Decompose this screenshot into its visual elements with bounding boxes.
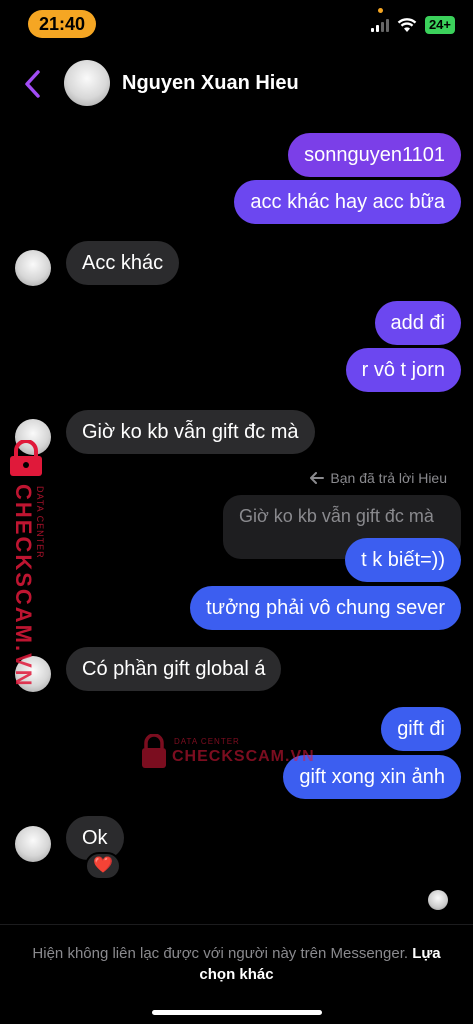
home-indicator[interactable] [152, 1010, 322, 1015]
wifi-icon [397, 17, 417, 32]
message-outgoing[interactable]: add đi [374, 301, 461, 345]
message-incoming[interactable]: Có phần gift global á [66, 647, 282, 691]
back-chevron-icon[interactable] [18, 66, 48, 102]
padlock-icon [142, 734, 166, 768]
reply-label-text: Bạn đã trả lời Hieu [330, 470, 447, 486]
padlock-icon [10, 440, 42, 476]
watermark-vertical: CHECKSCAM.VN DATA CENTER [4, 440, 54, 688]
recording-indicator [378, 8, 383, 13]
status-time: 21:40 [28, 10, 96, 38]
message-outgoing[interactable]: r vô t jorn [345, 348, 461, 392]
contact-name[interactable]: Nguyen Xuan Hieu [122, 72, 299, 95]
watermark-sub: DATA CENTER [174, 737, 240, 746]
message-outgoing[interactable]: t k biết=)) [345, 538, 461, 582]
status-icons: 24+ [370, 16, 455, 34]
message-outgoing[interactable]: tưởng phải vô chung sever [190, 586, 461, 630]
chat-header: Nguyen Xuan Hieu [0, 54, 473, 114]
watermark-brand: CHECKSCAM.VN [11, 484, 36, 688]
watermark-brand: CHECKSCAM.VN [172, 748, 315, 765]
watermark-sub: DATA CENTER [35, 486, 45, 559]
seen-indicator-avatar [428, 890, 448, 910]
chat-footer: Hiện không liên lạc được với người này t… [0, 924, 473, 1024]
reply-arrow-icon [310, 472, 325, 484]
message-outgoing[interactable]: gift đi [381, 707, 461, 751]
message-outgoing[interactable]: sonnguyen1101 [288, 133, 461, 177]
message-outgoing[interactable]: acc khác hay acc bữa [234, 180, 461, 224]
contact-avatar[interactable] [64, 60, 110, 106]
cellular-signal-icon [370, 18, 389, 32]
status-bar: 21:40 24+ [0, 0, 473, 48]
sender-avatar[interactable] [15, 826, 51, 862]
message-incoming[interactable]: Giờ ko kb vẫn gift đc mà [66, 410, 315, 454]
sender-avatar[interactable] [15, 250, 51, 286]
unavailable-notice-text: Hiện không liên lạc được với người này t… [32, 945, 409, 962]
battery-indicator: 24+ [424, 16, 455, 34]
heart-reaction[interactable]: ❤️ [85, 852, 121, 880]
reply-indicator: Bạn đã trả lời Hieu [310, 470, 447, 486]
message-incoming[interactable]: Acc khác [66, 241, 180, 285]
unavailable-notice: Hiện không liên lạc được với người này t… [30, 943, 443, 985]
